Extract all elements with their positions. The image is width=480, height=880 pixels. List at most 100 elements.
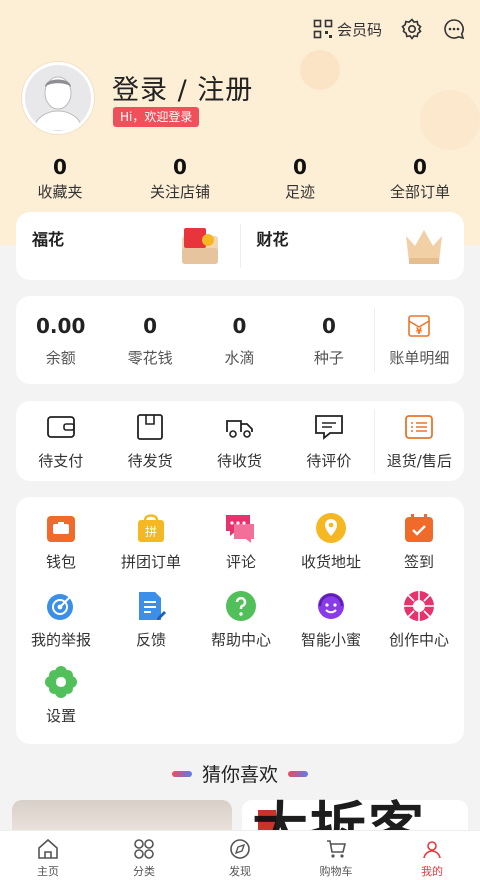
- wallet-card: 0.00 余额 0 零花钱 0 水滴 0 种子 ¥ 账单明细: [16, 296, 464, 384]
- create-icon: [404, 591, 434, 621]
- tab-home[interactable]: 主页: [0, 831, 96, 880]
- service-label: 拼团订单: [120, 553, 181, 571]
- caihua-entry[interactable]: 财花: [241, 212, 465, 280]
- group-icon-glyph: 拼: [145, 525, 157, 539]
- feedback-icon: [139, 592, 166, 620]
- avatar-placeholder-icon: [25, 65, 91, 131]
- decor-circle: [300, 50, 340, 90]
- service-group-order[interactable]: 拼 拼团订单: [106, 511, 196, 572]
- services-card: 钱包 拼 拼团订单 评论 收货地址 签到 我的举报 反馈 帮助中心 智能小蜜 创…: [16, 497, 464, 744]
- package-icon: [137, 413, 164, 440]
- wallet-value: 0.00: [36, 313, 86, 338]
- crown-icon: [406, 230, 442, 264]
- tab-label: 购物车: [319, 865, 353, 878]
- water-drop-entry[interactable]: 0 水滴: [195, 313, 284, 368]
- stat-label: 足迹: [284, 183, 315, 201]
- service-settings[interactable]: 设置: [16, 665, 106, 726]
- pocket-money-entry[interactable]: 0 零花钱: [105, 313, 194, 368]
- stat-value: 0: [293, 155, 307, 179]
- login-register-link[interactable]: 登录 / 注册: [112, 68, 253, 107]
- balance-entry[interactable]: 0.00 余额: [16, 313, 105, 368]
- category-icon: [134, 839, 154, 859]
- stat-value: 0: [53, 155, 67, 179]
- bill-icon-wrap: ¥: [375, 313, 464, 339]
- stat-followed-shops[interactable]: 0 关注店铺: [120, 155, 240, 202]
- service-label: 钱包: [45, 553, 76, 571]
- location-icon: [316, 513, 346, 543]
- message-icon: [444, 19, 465, 40]
- cart-icon: [327, 840, 347, 858]
- service-label: 创作中心: [388, 631, 449, 649]
- decor-circle: [420, 90, 480, 150]
- settings-icon: [45, 666, 77, 698]
- fuhua-label: 福花: [32, 230, 65, 249]
- tab-cart[interactable]: 购物车: [288, 831, 384, 880]
- tab-discover[interactable]: 发现: [192, 831, 288, 880]
- member-code-button[interactable]: 会员码: [313, 19, 382, 40]
- tab-profile[interactable]: 我的: [384, 831, 480, 880]
- service-wallet[interactable]: 钱包: [16, 511, 106, 572]
- service-smart-assistant[interactable]: 智能小蜜: [286, 589, 376, 650]
- message-button[interactable]: [442, 17, 466, 41]
- group-order-icon: 拼: [138, 514, 164, 542]
- seed-entry[interactable]: 0 种子: [284, 313, 373, 368]
- service-comment[interactable]: 评论: [196, 511, 286, 572]
- avatar[interactable]: [22, 62, 94, 134]
- service-label: 我的举报: [30, 631, 91, 649]
- order-label: 待发货: [127, 451, 173, 470]
- refund-label: 退货/售后: [386, 451, 452, 470]
- stat-all-orders[interactable]: 0 全部订单: [360, 155, 480, 202]
- service-creator-center[interactable]: 创作中心: [374, 589, 464, 650]
- welcome-badge: Hi，欢迎登录: [113, 107, 200, 127]
- stat-value: 0: [173, 155, 187, 179]
- order-pending-receipt[interactable]: 待收货: [195, 412, 284, 471]
- order-card: 待支付 待发货 待收货 待评价 退货/售后: [16, 401, 464, 481]
- order-label: 待评价: [306, 451, 352, 470]
- wallet-label: 种子: [313, 348, 344, 367]
- tab-label: 发现: [229, 865, 251, 878]
- wallet-label: 水滴: [224, 348, 255, 367]
- wallet-label: 零花钱: [127, 348, 173, 367]
- order-pending-review[interactable]: 待评价: [284, 412, 373, 471]
- fuhua-entry[interactable]: 福花: [16, 212, 240, 280]
- top-bar: 会员码: [313, 14, 466, 44]
- decor-dash: [288, 770, 308, 777]
- stat-footprint[interactable]: 0 足迹: [240, 155, 360, 202]
- stat-label: 关注店铺: [149, 183, 210, 201]
- service-label: 反馈: [135, 631, 166, 649]
- service-label: 签到: [403, 553, 434, 571]
- service-label: 收货地址: [300, 553, 361, 571]
- bill-details-entry[interactable]: ¥ 账单明细: [375, 313, 464, 368]
- wallet-icon: [47, 516, 75, 542]
- wallet-label: 余额: [45, 348, 76, 367]
- order-refund[interactable]: 退货/售后: [375, 412, 464, 471]
- bottom-tab-bar: 主页 分类 发现 购物车 我的: [0, 830, 480, 880]
- order-label: 待收货: [217, 451, 263, 470]
- flower-card: 福花 财花: [16, 212, 464, 280]
- service-checkin[interactable]: 签到: [374, 511, 464, 572]
- order-pending-shipment[interactable]: 待发货: [105, 412, 194, 471]
- tab-label: 主页: [37, 865, 59, 878]
- order-label: 待支付: [38, 451, 84, 470]
- service-help-center[interactable]: 帮助中心: [196, 589, 286, 650]
- profile-icon: [423, 841, 441, 859]
- service-report[interactable]: 我的举报: [16, 589, 106, 650]
- stat-favorites[interactable]: 0 收藏夹: [0, 155, 120, 202]
- stat-label: 全部订单: [389, 183, 450, 201]
- bill-label: 账单明细: [389, 348, 450, 367]
- bill-icon: ¥: [408, 314, 431, 337]
- order-pending-payment[interactable]: 待支付: [16, 412, 105, 471]
- tab-category[interactable]: 分类: [96, 831, 192, 880]
- refund-icon: [405, 414, 434, 439]
- settings-button[interactable]: [400, 17, 424, 41]
- tab-label: 分类: [133, 865, 155, 878]
- service-label: 智能小蜜: [300, 631, 361, 649]
- discover-icon: [230, 839, 250, 859]
- caihua-label: 财花: [256, 230, 289, 249]
- service-label: 设置: [45, 707, 76, 725]
- red-envelope-icon: [181, 228, 218, 264]
- comment-icon: [226, 515, 254, 543]
- service-address[interactable]: 收货地址: [286, 511, 376, 572]
- service-feedback[interactable]: 反馈: [106, 589, 196, 650]
- wallet-outline-icon: [46, 415, 75, 438]
